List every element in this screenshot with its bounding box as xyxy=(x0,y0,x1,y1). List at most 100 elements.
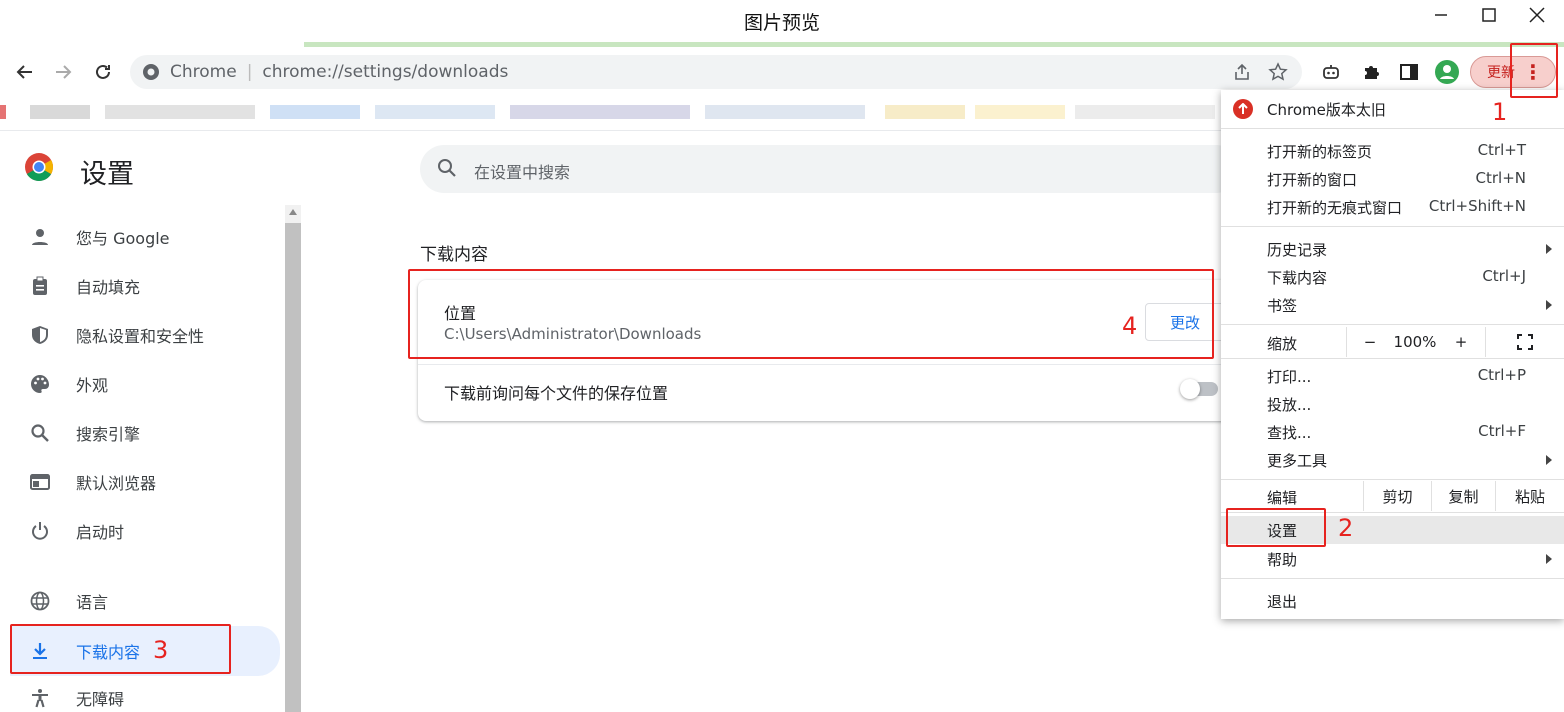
sidebar-item-appearance[interactable]: 外观 xyxy=(10,362,280,406)
bookmark-star-icon[interactable] xyxy=(1268,62,1288,86)
sidebar-item-label: 无障碍 xyxy=(76,690,125,709)
back-arrow-icon xyxy=(16,65,32,79)
bookmark-item[interactable] xyxy=(270,105,360,119)
zoom-in-button[interactable]: + xyxy=(1437,327,1485,357)
menu-item-find[interactable]: 查找... Ctrl+F xyxy=(1221,418,1564,446)
submenu-arrow-icon xyxy=(1546,300,1552,310)
divider xyxy=(418,364,1238,365)
sidebar-item-label: 默认浏览器 xyxy=(76,474,157,493)
accessibility-icon xyxy=(28,686,52,710)
close-icon xyxy=(1529,7,1545,23)
scrollbar-thumb[interactable] xyxy=(285,223,301,712)
annotation-box-location xyxy=(408,269,1214,359)
bookmark-item[interactable] xyxy=(30,105,90,119)
menu-item-downloads[interactable]: 下载内容 Ctrl+J xyxy=(1221,263,1564,291)
bookmark-item[interactable] xyxy=(705,105,865,119)
sidebar-item-accessibility[interactable]: 无障碍 xyxy=(10,676,280,712)
globe-icon xyxy=(28,589,52,613)
annotation-box-menu xyxy=(1510,43,1558,98)
chrome-logo-icon xyxy=(24,152,54,182)
forward-button[interactable] xyxy=(48,57,78,87)
sidebar-item-on-startup[interactable]: 启动时 xyxy=(10,509,280,553)
menu-item-cast[interactable]: 投放... xyxy=(1221,390,1564,418)
sidebar-item-languages[interactable]: 语言 xyxy=(10,579,280,623)
bookmark-item[interactable] xyxy=(885,105,965,119)
update-arrow-icon xyxy=(1233,99,1253,119)
shield-icon xyxy=(28,323,52,347)
menu-item-more-tools[interactable]: 更多工具 xyxy=(1221,446,1564,474)
share-icon[interactable] xyxy=(1232,62,1252,86)
bookmark-item[interactable] xyxy=(1075,105,1215,119)
sidebar-item-privacy[interactable]: 隐私设置和安全性 xyxy=(10,313,280,357)
menu-item-update[interactable]: Chrome版本太旧 xyxy=(1221,95,1564,123)
bookmark-item[interactable] xyxy=(510,105,690,119)
reload-button[interactable] xyxy=(88,57,118,87)
sidebar-item-autofill[interactable]: 自动填充 xyxy=(10,264,280,308)
bookmark-favicon[interactable] xyxy=(0,105,6,119)
sidebar-item-search-engine[interactable]: 搜索引擎 xyxy=(10,411,280,455)
bookmark-item[interactable] xyxy=(975,105,1065,119)
downloads-section-title: 下载内容 xyxy=(420,245,488,265)
submenu-arrow-icon xyxy=(1546,244,1552,254)
maximize-button[interactable] xyxy=(1466,2,1512,28)
site-label: Chrome xyxy=(170,62,237,82)
sidebar-item-label: 语言 xyxy=(76,593,109,612)
back-button[interactable] xyxy=(10,57,40,87)
bot-extension-icon[interactable] xyxy=(1318,59,1344,85)
search-icon xyxy=(28,421,52,445)
side-panel-icon[interactable] xyxy=(1396,59,1422,85)
close-button[interactable] xyxy=(1514,2,1560,28)
extensions-puzzle-icon[interactable] xyxy=(1358,59,1384,85)
settings-header: 设置 xyxy=(0,132,300,202)
palette-icon xyxy=(28,372,52,396)
fullscreen-icon xyxy=(1517,334,1533,350)
menu-item-bookmarks[interactable]: 书签 xyxy=(1221,291,1564,319)
sidebar-scrollbar[interactable] xyxy=(285,205,301,712)
annotation-box-downloads xyxy=(10,624,231,674)
url-separator: | xyxy=(246,62,253,82)
fullscreen-button[interactable] xyxy=(1485,327,1564,357)
menu-row-zoom: 缩放 − 100% + xyxy=(1221,327,1564,357)
minimize-icon xyxy=(1435,14,1447,16)
menu-item-history[interactable]: 历史记录 xyxy=(1221,235,1564,263)
zoom-out-button[interactable]: − xyxy=(1346,327,1393,357)
annotation-number: 1 xyxy=(1492,98,1508,126)
settings-search-input[interactable]: 在设置中搜索 xyxy=(420,145,1240,193)
power-icon xyxy=(28,519,52,543)
zoom-value: 100% xyxy=(1393,333,1437,351)
search-icon xyxy=(436,157,460,181)
menu-item-help[interactable]: 帮助 xyxy=(1221,545,1564,573)
profile-avatar-icon[interactable] xyxy=(1434,59,1460,85)
browser-icon xyxy=(28,470,52,494)
address-bar[interactable]: Chrome | chrome://settings/downloads xyxy=(130,55,1302,89)
paste-button[interactable]: 粘贴 xyxy=(1495,481,1564,511)
sidebar-item-label: 隐私设置和安全性 xyxy=(76,327,205,346)
menu-item-new-window[interactable]: 打开新的窗口 Ctrl+N xyxy=(1221,165,1564,193)
sidebar-item-you-and-google[interactable]: 您与 Google xyxy=(10,215,280,259)
bookmark-item[interactable] xyxy=(105,105,255,119)
scroll-up-arrow-icon[interactable] xyxy=(289,209,297,215)
bookmark-item[interactable] xyxy=(375,105,495,119)
menu-item-exit[interactable]: 退出 xyxy=(1221,587,1564,615)
window-title-bar: 图片预览 xyxy=(0,0,1564,42)
annotation-number: 4 xyxy=(1122,312,1138,340)
settings-title: 设置 xyxy=(80,159,134,190)
ask-before-download-toggle[interactable] xyxy=(1180,379,1218,399)
reload-icon xyxy=(96,64,110,79)
sidebar-item-default-browser[interactable]: 默认浏览器 xyxy=(10,460,280,504)
sidebar-item-label: 启动时 xyxy=(76,523,125,542)
menu-item-print[interactable]: 打印... Ctrl+P xyxy=(1221,362,1564,390)
menu-item-new-tab[interactable]: 打开新的标签页 Ctrl+T xyxy=(1221,137,1564,165)
person-icon xyxy=(28,225,52,249)
minimize-button[interactable] xyxy=(1418,2,1464,28)
forward-arrow-icon xyxy=(56,65,72,79)
bookmarks-bar xyxy=(0,97,1222,131)
search-placeholder: 在设置中搜索 xyxy=(474,163,571,182)
submenu-arrow-icon xyxy=(1546,554,1552,564)
chrome-site-icon xyxy=(142,63,160,81)
zoom-label: 缩放 xyxy=(1267,335,1298,353)
cut-button[interactable]: 剪切 xyxy=(1363,481,1431,511)
menu-item-incognito[interactable]: 打开新的无痕式窗口 Ctrl+Shift+N xyxy=(1221,193,1564,221)
sidebar-item-label: 搜索引擎 xyxy=(76,425,141,444)
copy-button[interactable]: 复制 xyxy=(1431,481,1495,511)
